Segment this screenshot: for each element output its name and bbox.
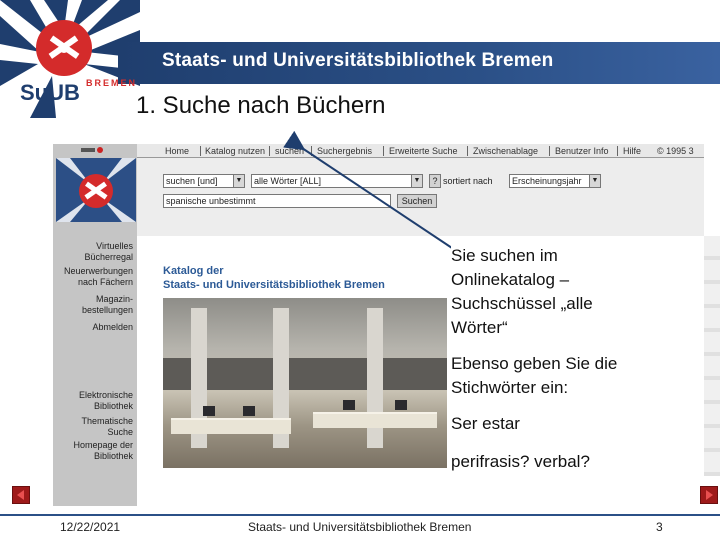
tab-separator bbox=[311, 146, 312, 156]
catalog-tab-bar: Home Katalog nutzen suchen Suchergebnis … bbox=[137, 144, 704, 158]
reading-room-photo bbox=[163, 298, 447, 468]
catalog-logo bbox=[56, 158, 136, 222]
footer-institution: Staats- und Universitätsbibliothek Breme… bbox=[248, 520, 472, 534]
operator-select-value: suchen [und] bbox=[166, 176, 218, 186]
callout-paragraph-4: perifrasis? verbal? bbox=[451, 450, 594, 474]
flag-red-icon bbox=[97, 147, 103, 153]
logo-side-text: BREMEN bbox=[86, 78, 138, 88]
search-submit-button[interactable]: Suchen bbox=[397, 194, 437, 208]
desk bbox=[313, 412, 437, 428]
sidebar-link-elektronisch[interactable]: Elektronische Bibliothek bbox=[73, 390, 133, 412]
sort-select[interactable]: Erscheinungsjahr ▼ bbox=[509, 174, 601, 188]
slide-number: 3 bbox=[656, 520, 663, 534]
tab-hilfe[interactable]: Hilfe bbox=[623, 145, 641, 157]
desk bbox=[171, 418, 291, 434]
catalog-sidebar: Virtuelles Bücherregal Neuerwerbungen na… bbox=[53, 144, 137, 506]
tab-katalog[interactable]: Katalog nutzen bbox=[205, 145, 265, 157]
monitor bbox=[243, 406, 255, 416]
chevron-down-icon: ▼ bbox=[411, 175, 422, 187]
search-panel: suchen [und] ▼ alle Wörter [ALL] ▼ ? sor… bbox=[137, 158, 704, 236]
query-input[interactable]: spanische unbestimmt bbox=[163, 194, 391, 208]
institution-title: Staats- und Universitätsbibliothek Breme… bbox=[162, 50, 554, 71]
catalog-title-line-2: Staats- und Universitätsbibliothek Breme… bbox=[163, 279, 385, 291]
arrow-left-icon bbox=[17, 490, 24, 500]
index-select[interactable]: alle Wörter [ALL] ▼ bbox=[251, 174, 423, 188]
callout-paragraph-1: Sie suchen im Onlinekatalog – Suchschüss… bbox=[451, 244, 651, 340]
logo-text: SuUB bbox=[20, 80, 80, 105]
tab-zwischenablage[interactable]: Zwischenablage bbox=[473, 145, 538, 157]
tab-separator bbox=[549, 146, 550, 156]
callout-paragraph-3: Ser estar bbox=[451, 412, 524, 436]
chevron-down-icon: ▼ bbox=[233, 175, 244, 187]
operator-select[interactable]: suchen [und] ▼ bbox=[163, 174, 245, 188]
footer-divider bbox=[0, 514, 720, 516]
tab-benutzer-info[interactable]: Benutzer Info bbox=[555, 145, 609, 157]
tab-separator bbox=[467, 146, 468, 156]
sidebar-link-homepage[interactable]: Homepage der Bibliothek bbox=[73, 440, 133, 462]
monitor bbox=[203, 406, 215, 416]
flag-icon bbox=[81, 148, 95, 152]
monitor bbox=[395, 400, 407, 410]
sort-select-value: Erscheinungsjahr bbox=[512, 176, 582, 186]
next-slide-button[interactable] bbox=[700, 486, 718, 504]
tab-separator bbox=[383, 146, 384, 156]
sidebar-link-magazin[interactable]: Magazin-bestellungen bbox=[53, 294, 133, 316]
sort-label: sortiert nach bbox=[443, 176, 493, 186]
monitor bbox=[343, 400, 355, 410]
tab-separator bbox=[269, 146, 270, 156]
help-button[interactable]: ? bbox=[429, 174, 441, 188]
chevron-down-icon: ▼ bbox=[589, 175, 600, 187]
tab-suchergebnis[interactable]: Suchergebnis bbox=[317, 145, 372, 157]
tab-suchen[interactable]: suchen bbox=[275, 145, 304, 157]
slide-title: 1. Suche nach Büchern bbox=[136, 92, 386, 119]
catalog-title: Katalog der Staats- und Universitätsbibl… bbox=[163, 264, 385, 292]
callout-paragraph-2: Ebenso geben Sie die Stichwörter ein: bbox=[451, 352, 661, 400]
tab-separator bbox=[200, 146, 201, 156]
background-decoration bbox=[704, 236, 720, 476]
arrow-right-icon bbox=[706, 490, 713, 500]
sidebar-link-abmelden[interactable]: Abmelden bbox=[92, 322, 133, 333]
sidebar-link-neuerwerbungen[interactable]: Neuerwerbungen nach Fächern bbox=[53, 266, 133, 288]
previous-slide-button[interactable] bbox=[12, 486, 30, 504]
index-select-value: alle Wörter [ALL] bbox=[254, 176, 322, 186]
tab-home[interactable]: Home bbox=[165, 145, 189, 157]
catalog-logo-icon bbox=[56, 158, 136, 222]
footer-date: 12/22/2021 bbox=[60, 520, 121, 534]
sidebar-link-thematisch[interactable]: Thematische Suche bbox=[73, 416, 133, 438]
catalog-title-line-1: Katalog der bbox=[163, 265, 224, 277]
copyright-text: © 1995 3 bbox=[657, 146, 694, 156]
tab-separator bbox=[617, 146, 618, 156]
sidebar-link-regal[interactable]: Virtuelles Bücherregal bbox=[53, 241, 133, 263]
tab-erweiterte-suche[interactable]: Erweiterte Suche bbox=[389, 145, 458, 157]
